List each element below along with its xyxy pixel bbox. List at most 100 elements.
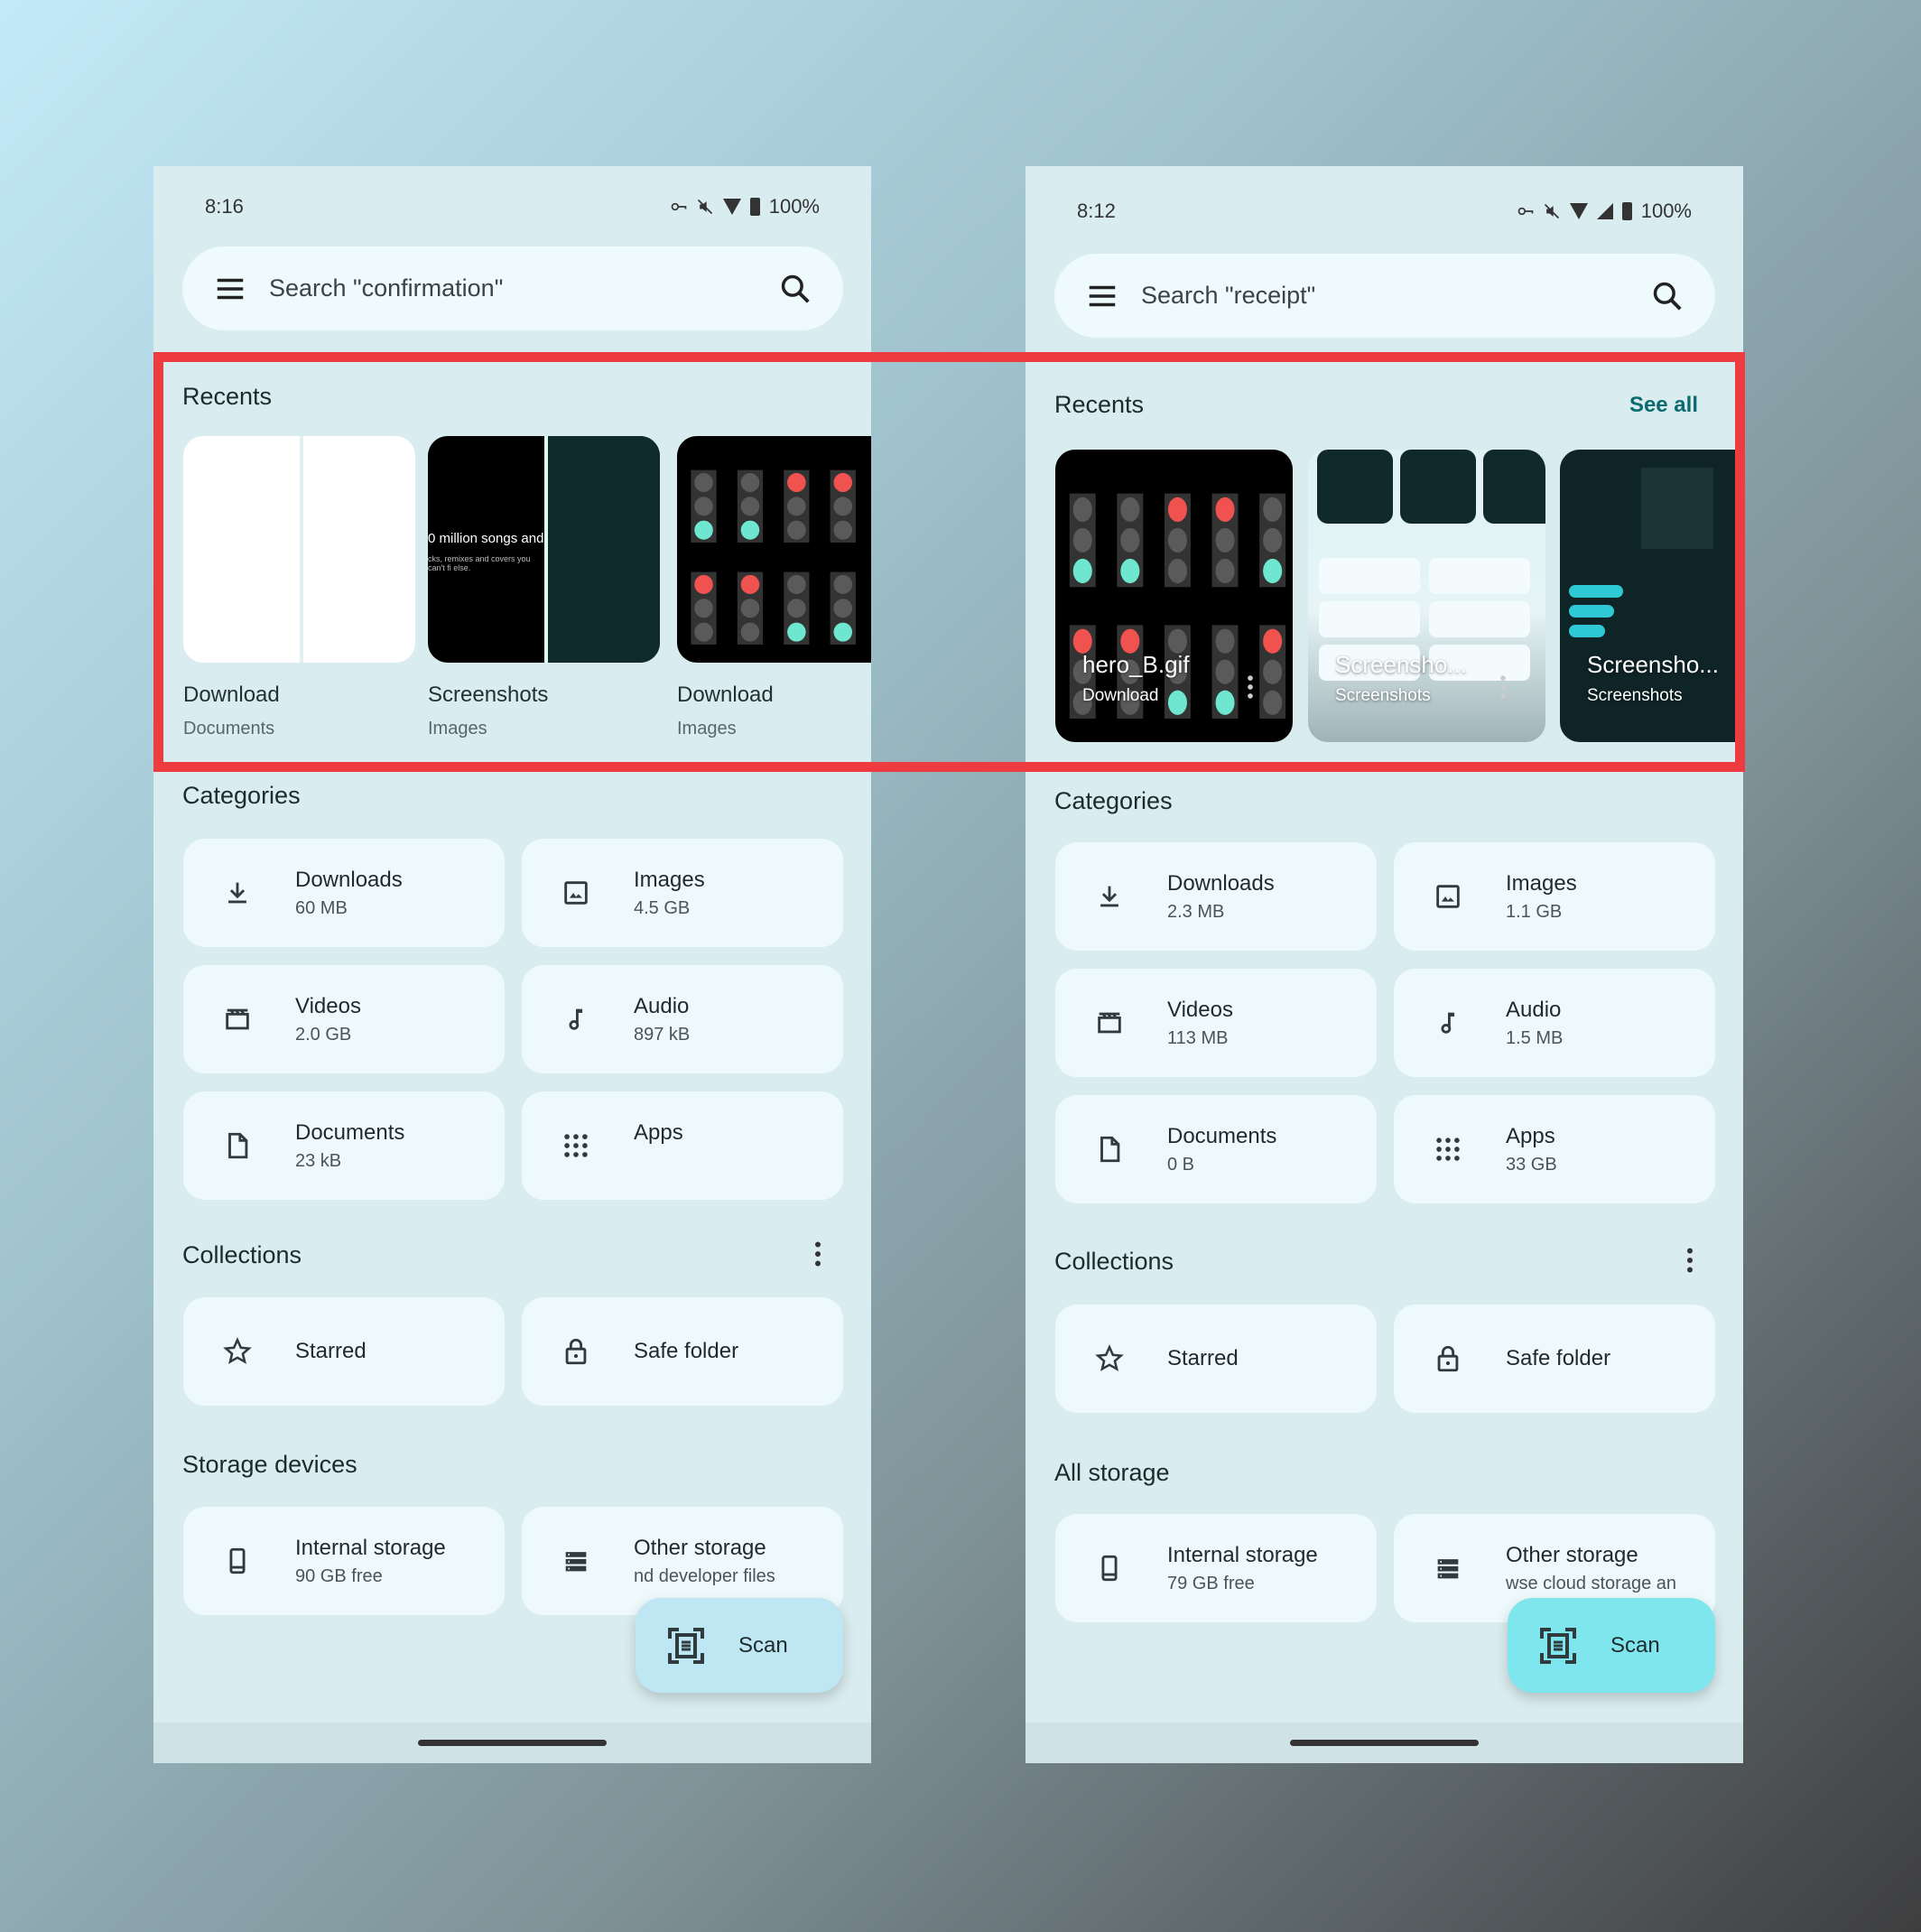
more-vert-icon[interactable]	[1488, 672, 1518, 702]
recent-item-subtitle: Documents	[183, 719, 275, 738]
category-videos[interactable]: Videos 2.0 GB	[183, 965, 505, 1073]
mini-screenshot	[1483, 450, 1545, 524]
recent-thumbnail[interactable]: Screensho... Screenshots	[1560, 450, 1743, 742]
category-label: Videos	[1167, 997, 1233, 1022]
categories-title: Categories	[1054, 787, 1173, 814]
collection-label: Starred	[295, 1339, 367, 1363]
recent-item[interactable]: 0 million songs and c cks, remixes and co…	[428, 436, 660, 739]
storage-title: All storage	[1054, 1459, 1170, 1486]
menu-icon[interactable]	[1085, 279, 1119, 313]
scan-icon	[664, 1624, 708, 1667]
category-text: Images 4.5 GB	[634, 868, 705, 919]
more-vert-icon[interactable]	[802, 1238, 834, 1270]
image-icon	[549, 878, 603, 908]
collection-safe-folder[interactable]: Safe folder	[1394, 1305, 1715, 1413]
recent-item-subtitle: Screenshots	[1335, 686, 1431, 705]
recent-item[interactable]: Download Documents	[183, 436, 415, 739]
category-videos[interactable]: Videos 113 MB	[1055, 969, 1377, 1077]
recent-item[interactable]: Download Images	[677, 436, 871, 739]
category-images[interactable]: Images 4.5 GB	[522, 839, 843, 947]
gesture-handle[interactable]	[418, 1740, 607, 1746]
category-text: Videos 113 MB	[1167, 998, 1233, 1049]
search-bar[interactable]: Search "receipt"	[1054, 254, 1715, 338]
collection-label: Starred	[1167, 1346, 1239, 1370]
category-size: 897 kB	[634, 1024, 691, 1045]
recent-item-subtitle: Images	[677, 719, 737, 738]
star-icon	[1082, 1343, 1137, 1374]
scan-button[interactable]: Scan	[636, 1598, 843, 1693]
storage-internal-storage[interactable]: Internal storage 79 GB free	[1055, 1514, 1377, 1622]
more-vert-icon[interactable]	[1235, 672, 1266, 702]
recent-thumbnail[interactable]	[677, 436, 871, 663]
category-audio[interactable]: Audio 1.5 MB	[1394, 969, 1715, 1077]
menu-icon[interactable]	[213, 272, 247, 306]
category-downloads[interactable]: Downloads 60 MB	[183, 839, 505, 947]
category-audio[interactable]: Audio 897 kB	[522, 965, 843, 1073]
category-text: Documents 0 B	[1167, 1124, 1276, 1175]
category-downloads[interactable]: Downloads 2.3 MB	[1055, 842, 1377, 951]
storage-label: Internal storage	[295, 1535, 446, 1560]
category-documents[interactable]: Documents 23 kB	[183, 1091, 505, 1200]
phone-icon	[1082, 1553, 1137, 1584]
storage-text: Internal storage 90 GB free	[295, 1536, 446, 1587]
recent-thumbnail[interactable]	[183, 436, 415, 663]
category-text: Downloads 60 MB	[295, 868, 403, 919]
status-time: 8:12	[1077, 200, 1116, 222]
scan-label: Scan	[738, 1632, 788, 1658]
apps-grid-icon	[549, 1130, 603, 1161]
music-note-icon	[1421, 1008, 1475, 1038]
storage-list-icon	[549, 1546, 603, 1576]
storage-sub: 90 GB free	[295, 1565, 383, 1586]
category-size: 60 MB	[295, 897, 348, 918]
category-documents[interactable]: Documents 0 B	[1055, 1095, 1377, 1203]
recent-item[interactable]: Screensho... Screenshots	[1560, 450, 1743, 742]
search-placeholder[interactable]: Search "confirmation"	[269, 274, 778, 302]
collection-label: Safe folder	[634, 1339, 739, 1363]
search-placeholder[interactable]: Search "receipt"	[1141, 282, 1650, 310]
collections-title: Collections	[1054, 1248, 1174, 1275]
mini-category-card	[1319, 601, 1420, 637]
storage-internal-storage[interactable]: Internal storage 90 GB free	[183, 1507, 505, 1615]
screenshot-snippet-sub: cks, remixes and covers you can't fi els…	[428, 553, 531, 572]
recent-thumbnail[interactable]: Screensho... Screenshots	[1308, 450, 1545, 742]
battery-percent: 100%	[768, 195, 820, 218]
more-vert-icon[interactable]	[1740, 672, 1743, 702]
category-images[interactable]: Images 1.1 GB	[1394, 842, 1715, 951]
category-label: Documents	[1167, 1123, 1277, 1148]
category-size: 0 B	[1167, 1154, 1195, 1175]
recent-item-subtitle: Download	[1082, 686, 1159, 705]
search-icon[interactable]	[1650, 279, 1684, 313]
storage-sub: 79 GB free	[1167, 1573, 1255, 1593]
category-size: 2.0 GB	[295, 1024, 352, 1045]
category-label: Documents	[295, 1119, 405, 1145]
search-bar[interactable]: Search "confirmation"	[182, 246, 843, 330]
star-icon	[210, 1336, 264, 1367]
more-vert-icon[interactable]	[1674, 1244, 1706, 1277]
mini-panel	[1641, 468, 1713, 549]
search-icon[interactable]	[778, 272, 812, 306]
recent-item[interactable]: Screensho... Screenshots	[1308, 450, 1545, 742]
storage-label: Other storage	[1506, 1542, 1638, 1567]
see-all-link[interactable]: See all	[1629, 393, 1698, 418]
category-label: Apps	[1506, 1123, 1555, 1148]
category-label: Downloads	[295, 867, 403, 892]
document-icon	[210, 1130, 264, 1161]
scan-button[interactable]: Scan	[1508, 1598, 1715, 1693]
recent-item[interactable]: hero_B.gif Download	[1055, 450, 1293, 742]
collection-starred[interactable]: Starred	[1055, 1305, 1377, 1413]
category-label: Images	[634, 867, 705, 892]
recent-thumbnail[interactable]: 0 million songs and c cks, remixes and co…	[428, 436, 660, 663]
mini-pill	[1569, 605, 1614, 618]
recent-thumbnail[interactable]: hero_B.gif Download	[1055, 450, 1293, 742]
status-icons: 100%	[669, 195, 820, 218]
category-apps[interactable]: Apps	[522, 1091, 843, 1200]
collection-safe-folder[interactable]: Safe folder	[522, 1297, 843, 1406]
gesture-handle[interactable]	[1290, 1740, 1479, 1746]
status-time: 8:16	[205, 195, 244, 218]
recent-item-title: Download	[677, 683, 774, 707]
lock-icon	[549, 1336, 603, 1367]
collection-starred[interactable]: Starred	[183, 1297, 505, 1406]
storage-list-icon	[1421, 1553, 1475, 1584]
document-icon	[1082, 1134, 1137, 1165]
category-apps[interactable]: Apps 33 GB	[1394, 1095, 1715, 1203]
